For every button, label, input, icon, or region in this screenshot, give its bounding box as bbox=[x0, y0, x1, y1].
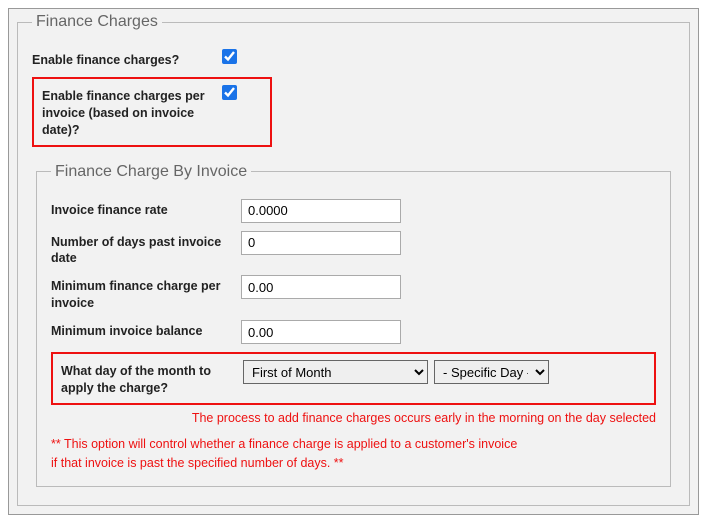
rate-label: Invoice finance rate bbox=[51, 199, 241, 219]
invoice-finance-rate-input[interactable] bbox=[241, 199, 401, 223]
min-charge-row: Minimum finance charge per invoice bbox=[51, 275, 656, 312]
days-past-invoice-input[interactable] bbox=[241, 231, 401, 255]
rate-row: Invoice finance rate bbox=[51, 199, 656, 223]
enable-per-invoice-checkbox[interactable] bbox=[222, 85, 237, 100]
days-row: Number of days past invoice date bbox=[51, 231, 656, 268]
finance-charge-by-invoice-fieldset: Finance Charge By Invoice Invoice financ… bbox=[36, 163, 671, 488]
apply-day-mode-select[interactable]: First of Month bbox=[243, 360, 428, 384]
finance-charges-legend: Finance Charges bbox=[32, 13, 162, 31]
apply-day-specific-select[interactable]: - Specific Day - bbox=[434, 360, 549, 384]
enable-row: Enable finance charges? bbox=[32, 49, 675, 69]
min-balance-row: Minimum invoice balance bbox=[51, 320, 656, 344]
enable-finance-charges-checkbox[interactable] bbox=[222, 49, 237, 64]
min-balance-label: Minimum invoice balance bbox=[51, 320, 241, 340]
per-invoice-label: Enable finance charges per invoice (base… bbox=[42, 85, 222, 139]
option-note-line1: ** This option will control whether a fi… bbox=[51, 435, 656, 454]
settings-panel: Finance Charges Enable finance charges? … bbox=[8, 8, 699, 515]
process-note: The process to add finance charges occur… bbox=[51, 411, 656, 425]
days-label: Number of days past invoice date bbox=[51, 231, 241, 268]
finance-charges-fieldset: Finance Charges Enable finance charges? … bbox=[17, 13, 690, 506]
per-invoice-highlight: Enable finance charges per invoice (base… bbox=[32, 77, 272, 147]
min-charge-label: Minimum finance charge per invoice bbox=[51, 275, 241, 312]
enable-label: Enable finance charges? bbox=[32, 49, 222, 69]
by-invoice-legend: Finance Charge By Invoice bbox=[51, 163, 251, 181]
option-note: ** This option will control whether a fi… bbox=[51, 435, 656, 473]
apply-day-highlight: What day of the month to apply the charg… bbox=[51, 352, 656, 405]
min-invoice-balance-input[interactable] bbox=[241, 320, 401, 344]
apply-day-label: What day of the month to apply the charg… bbox=[61, 360, 243, 397]
option-note-line2: if that invoice is past the specified nu… bbox=[51, 454, 656, 473]
min-finance-charge-input[interactable] bbox=[241, 275, 401, 299]
